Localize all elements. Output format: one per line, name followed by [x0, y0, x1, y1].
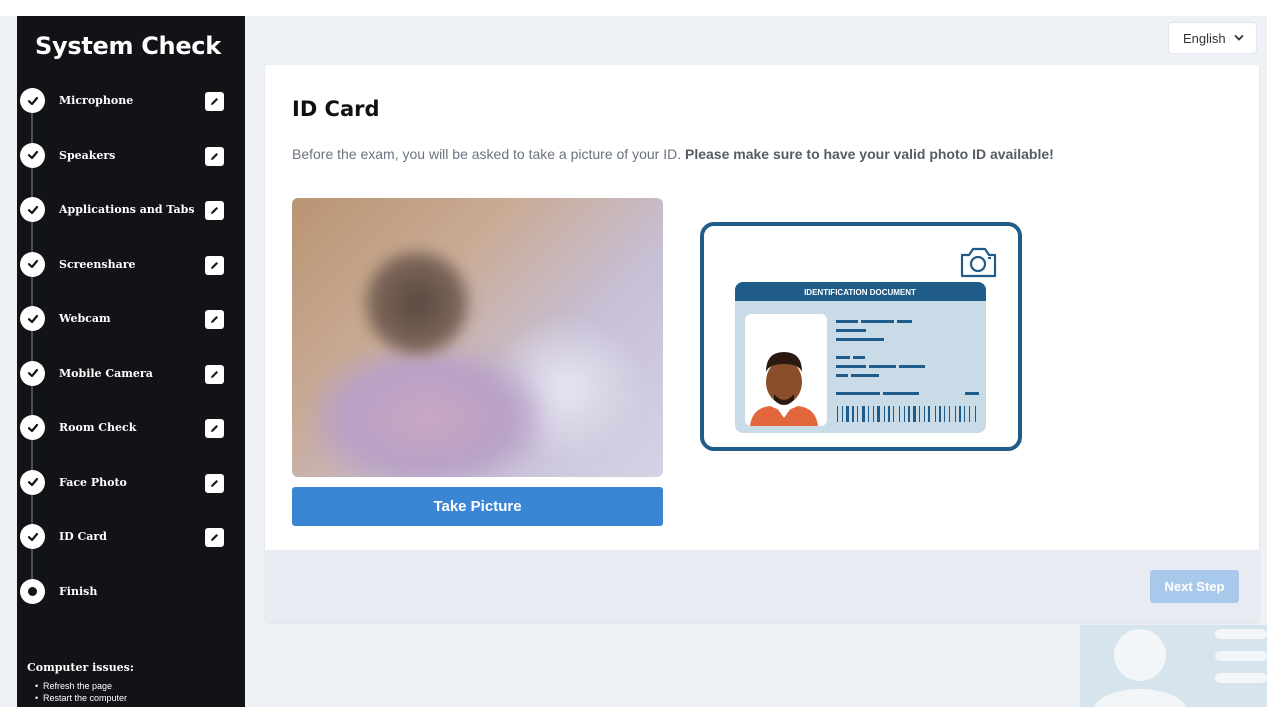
step-item[interactable]: Mobile Camera: [17, 359, 245, 415]
edit-icon[interactable]: [205, 473, 224, 493]
instructions-emphasis: Please make sure to have your valid phot…: [684, 146, 1054, 162]
step-item[interactable]: Face Photo: [17, 468, 245, 524]
instructions-text: Before the exam, you will be asked to ta…: [292, 145, 1092, 164]
step-label: Webcam: [59, 312, 111, 325]
step-connector: [31, 222, 33, 252]
id-card-step-panel: ID Card Before the exam, you will be ask…: [265, 65, 1259, 622]
check-icon: [20, 360, 45, 386]
step-item[interactable]: Speakers: [17, 141, 245, 197]
check-icon: [20, 142, 45, 168]
current-step-icon: [20, 578, 45, 604]
page-title: ID Card: [292, 97, 380, 121]
issue-item: Refresh the page: [35, 680, 134, 692]
step-connector: [31, 331, 33, 361]
edit-icon[interactable]: [205, 255, 224, 275]
panel-footer: Next Step: [265, 550, 1259, 622]
edit-icon[interactable]: [205, 364, 224, 384]
profile-placeholder-decoration: [1080, 625, 1267, 707]
step-label: ID Card: [59, 530, 107, 543]
step-item[interactable]: ID Card: [17, 522, 245, 579]
edit-icon[interactable]: [205, 146, 224, 166]
step-label: Finish: [59, 584, 98, 598]
camera-preview: [292, 198, 663, 477]
step-item[interactable]: Applications and Tabs: [17, 195, 245, 252]
top-strip: [0, 0, 1267, 16]
preview-person-head: [362, 248, 472, 358]
check-icon: [20, 251, 45, 277]
edit-icon[interactable]: [205, 310, 224, 329]
check-icon: [20, 524, 45, 549]
step-connector: [31, 276, 33, 306]
sidebar: System Check Microphone Speakers Applicati…: [17, 16, 245, 707]
step-connector: [31, 549, 33, 579]
step-item[interactable]: Microphone: [17, 86, 245, 143]
edit-icon[interactable]: [205, 528, 224, 547]
step-label: Room Check: [59, 421, 137, 434]
step-label: Face Photo: [59, 475, 127, 489]
language-select-value: English: [1183, 30, 1226, 46]
edit-icon[interactable]: [205, 419, 224, 438]
take-picture-button[interactable]: Take Picture: [292, 487, 663, 526]
next-step-button[interactable]: Next Step: [1150, 570, 1239, 603]
step-connector: [31, 167, 33, 197]
id-card-header-text: IDENTIFICATION DOCUMENT: [804, 288, 916, 297]
step-label: Screenshare: [59, 257, 136, 271]
check-icon: [20, 469, 45, 495]
step-label: Microphone: [59, 94, 134, 107]
step-connector: [31, 113, 33, 143]
step-label: Mobile Camera: [59, 366, 153, 380]
chevron-down-icon: [1234, 35, 1244, 41]
computer-issues-list: Refresh the page Restart the computer: [27, 680, 134, 704]
edit-icon[interactable]: [205, 92, 224, 111]
step-item[interactable]: Webcam: [17, 304, 245, 361]
step-connector: [31, 494, 33, 524]
preview-person-body: [312, 348, 542, 477]
step-connector: [31, 440, 33, 470]
check-icon: [20, 306, 45, 331]
check-icon: [20, 88, 45, 113]
computer-issues-title: Computer issues:: [27, 661, 134, 674]
check-icon: [20, 197, 45, 222]
step-item: Finish: [17, 577, 245, 607]
step-connector: [31, 385, 33, 415]
edit-icon[interactable]: [205, 201, 224, 220]
issue-item: Restart the computer: [35, 692, 134, 704]
step-item[interactable]: Screenshare: [17, 250, 245, 306]
language-select[interactable]: English: [1168, 22, 1257, 54]
sidebar-title: System Check: [35, 32, 221, 60]
instructions-plain: Before the exam, you will be asked to ta…: [292, 146, 685, 162]
step-label: Speakers: [59, 148, 116, 162]
computer-issues: Computer issues: Refresh the page Restar…: [27, 661, 134, 704]
step-label: Applications and Tabs: [59, 203, 195, 216]
id-card-illustration: IDENTIFICATION DOCUMENT: [700, 222, 1022, 451]
step-item[interactable]: Room Check: [17, 413, 245, 470]
check-icon: [20, 415, 45, 440]
